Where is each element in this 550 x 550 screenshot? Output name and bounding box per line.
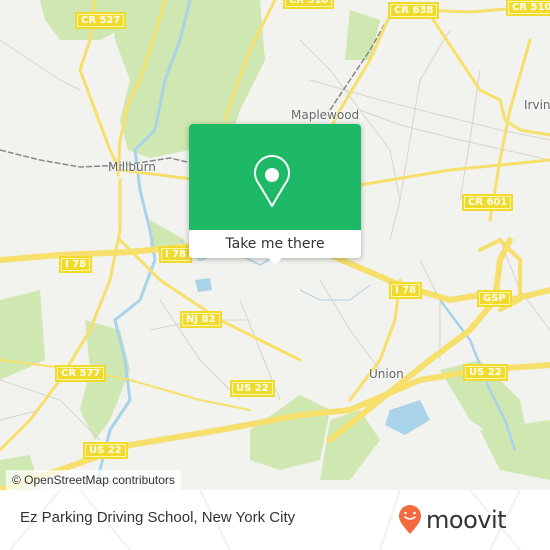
moovit-logo[interactable]: moovit [398,502,507,538]
shield-i78-west: I 78 [59,256,93,273]
popup-header [189,124,361,230]
shield-us22-center: US 22 [230,380,275,397]
park-galloping-hill [250,395,330,470]
map-area[interactable]: CR 527 CR 510 CR 638 CR 510 CR 601 I 78 … [0,0,550,490]
map-attribution[interactable]: © OpenStreetMap contributors [6,470,181,490]
shield-cr577: CR 577 [55,365,107,382]
place-union: Union [369,367,404,381]
shield-cr601: CR 601 [462,194,514,211]
shield-gsp: GSP [477,290,512,307]
stream-1 [299,284,371,301]
moovit-pin-icon [399,505,421,534]
footer-bar: Ez Parking Driving School, New York City… [0,490,550,550]
place-irvington: Irvin [524,98,550,112]
map-pin-icon [254,155,290,207]
place-maplewood: Maplewood [291,108,360,122]
shield-cr-top: CR 510 [283,0,335,9]
place-millburn: Millburn [108,160,156,174]
shield-nj82: NJ 82 [180,311,222,328]
shield-i78-center: I 78 [159,246,193,263]
take-me-there-button[interactable]: Take me there [189,230,361,258]
park-west [0,290,45,380]
shield-i78-east: I 78 [389,282,423,299]
location-popup: Take me there [189,124,361,265]
place-title: Ez Parking Driving School, New York City [20,509,296,526]
pond [385,400,430,435]
shield-cr638: CR 638 [388,2,440,19]
shield-us22-west: US 22 [83,442,128,459]
moovit-wordmark: moovit [426,506,507,534]
shield-cr510: CR 510 [506,0,550,16]
pond-2 [195,278,212,292]
shield-us22-east: US 22 [463,364,508,381]
shield-cr527: CR 527 [75,12,127,29]
popup-pointer [266,256,284,265]
